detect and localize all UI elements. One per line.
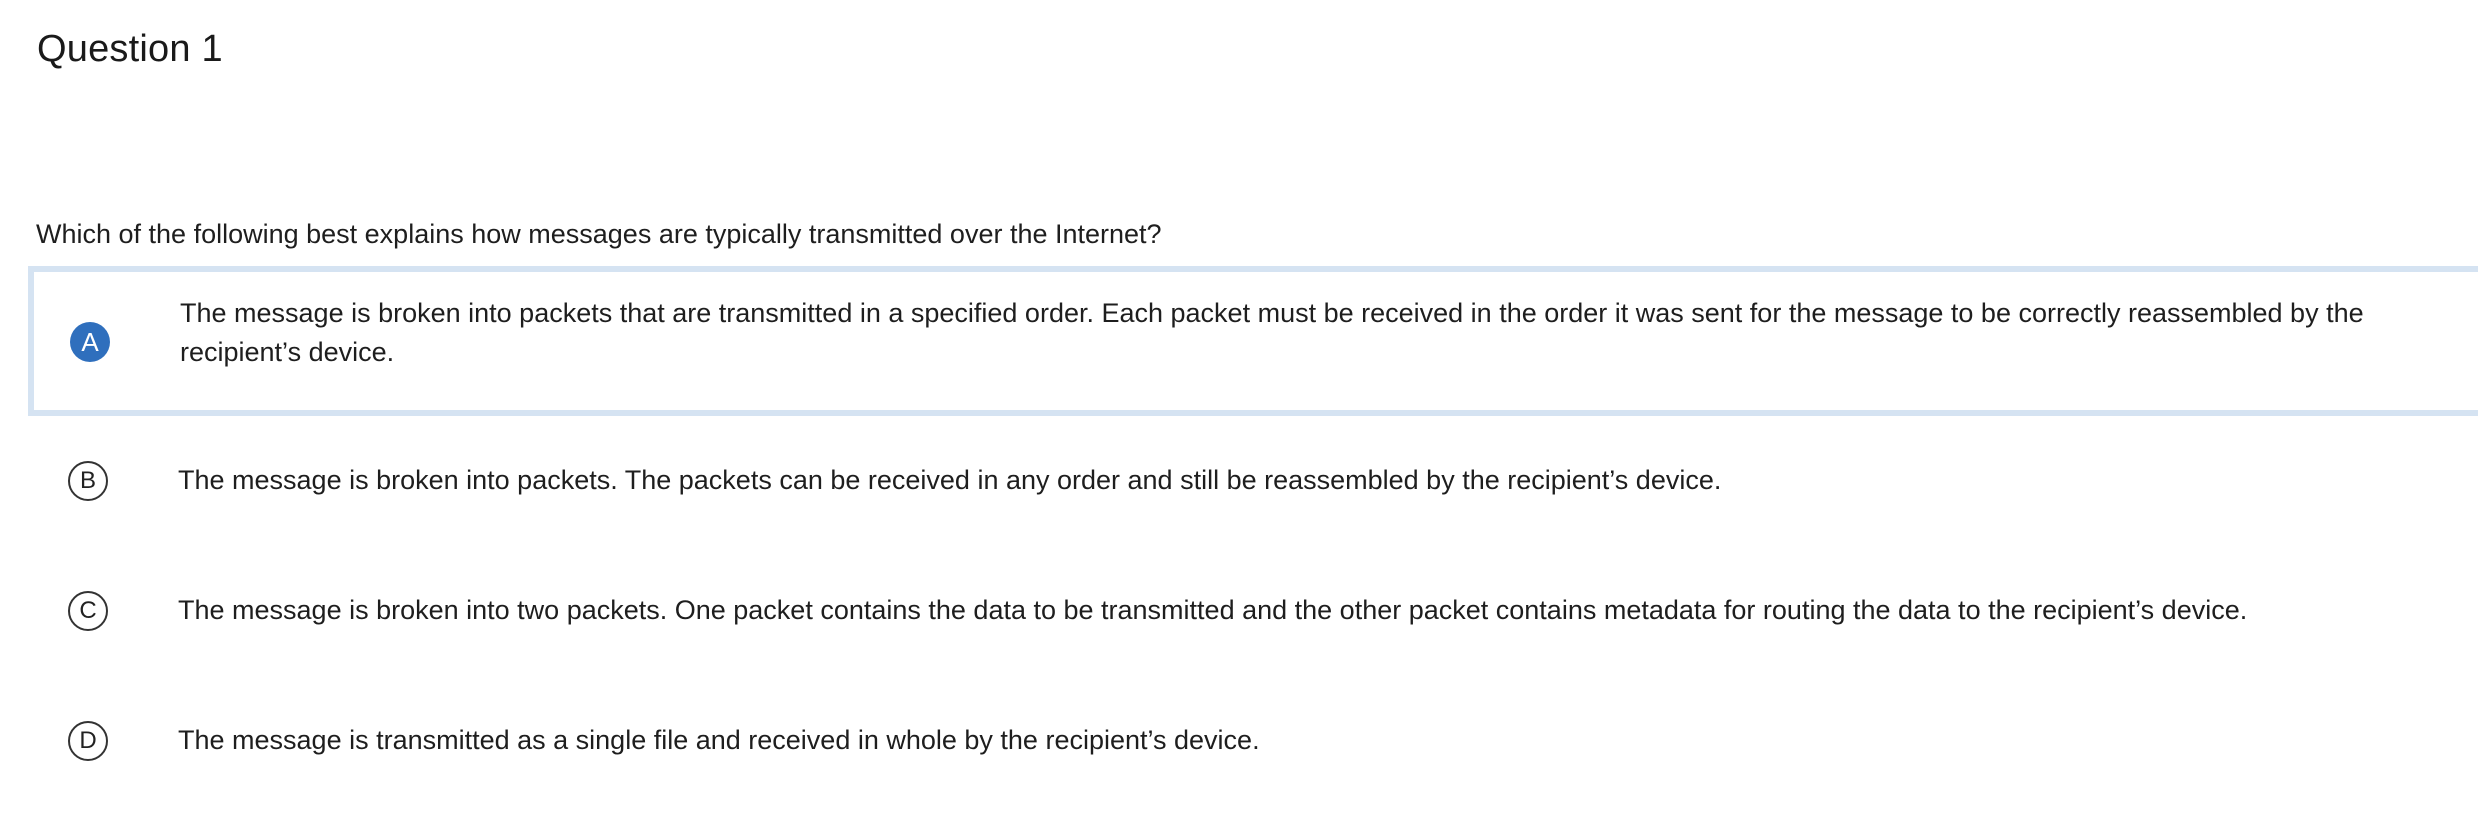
choice-b[interactable]: B The message is broken into packets. Th…: [28, 416, 2478, 546]
question-title: Question 1: [37, 28, 223, 70]
choice-a[interactable]: A The message is broken into packets tha…: [28, 266, 2478, 416]
question-stem: Which of the following best explains how…: [36, 219, 1162, 249]
choice-b-text[interactable]: The message is broken into packets. The …: [178, 461, 2468, 500]
choice-c-marker[interactable]: C: [68, 591, 108, 631]
choice-d[interactable]: D The message is transmitted as a single…: [28, 676, 2478, 806]
choice-a-marker[interactable]: A: [70, 322, 110, 362]
choice-a-text[interactable]: The message is broken into packets that …: [180, 294, 2478, 372]
answer-choices: A The message is broken into packets tha…: [28, 266, 2478, 806]
choice-d-text[interactable]: The message is transmitted as a single f…: [178, 721, 2468, 760]
choice-b-marker[interactable]: B: [68, 461, 108, 501]
choice-c-text[interactable]: The message is broken into two packets. …: [178, 591, 2468, 630]
choice-c[interactable]: C The message is broken into two packets…: [28, 546, 2478, 676]
choice-d-marker[interactable]: D: [68, 721, 108, 761]
